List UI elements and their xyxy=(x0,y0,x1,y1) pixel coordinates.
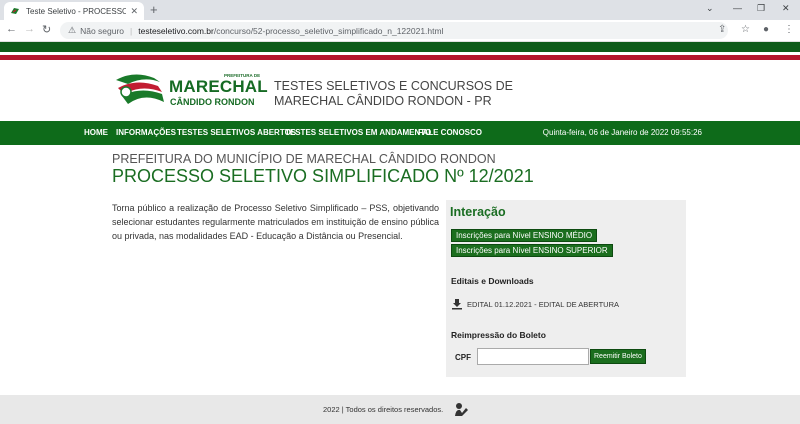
back-icon[interactable]: ← xyxy=(6,23,17,35)
reprint-title: Reimpressão do Boleto xyxy=(451,330,546,340)
close-window-icon[interactable]: ✕ xyxy=(782,3,790,14)
bookmark-star-icon[interactable]: ☆ xyxy=(741,24,750,35)
new-tab-icon[interactable]: + xyxy=(150,2,158,18)
footer-text: 2022 | Todos os direitos reservados. xyxy=(323,405,444,414)
warning-icon: ⚠ xyxy=(68,25,77,35)
site-favicon-icon xyxy=(10,6,20,16)
downloads-title: Editais e Downloads xyxy=(451,276,534,286)
tab-search-icon[interactable]: ⌄ xyxy=(706,3,714,14)
site-logo[interactable]: PREFEITURA DE MARECHAL CÂNDIDO RONDON xyxy=(114,72,268,112)
page-title: PROCESSO SELETIVO SIMPLIFICADO Nº 12/202… xyxy=(112,166,534,186)
enroll-superior-button[interactable]: Inscrições para Nível ENSINO SUPERIOR xyxy=(451,244,613,257)
restore-icon[interactable]: ❐ xyxy=(757,3,765,14)
url-separator: | xyxy=(130,25,133,36)
footer: 2022 | Todos os direitos reservados. xyxy=(0,395,800,424)
browser-toolbar: ← → ↻ ⚠ Não seguro | testeseletivo.com.b… xyxy=(0,20,800,42)
enroll-medio-button[interactable]: Inscrições para Nível ENSINO MÉDIO xyxy=(451,229,598,242)
nav-testes-andamento[interactable]: TESTES SELETIVOS EM ANDAMENTO xyxy=(285,128,431,137)
nav-informacoes[interactable]: INFORMAÇÕES xyxy=(116,128,176,137)
address-bar[interactable]: ⚠ Não seguro | testeseletivo.com.br /con… xyxy=(60,22,728,39)
top-stripe-green xyxy=(0,42,800,52)
top-stripe-red xyxy=(0,55,800,60)
download-icon xyxy=(452,299,462,310)
panel-title: Interação xyxy=(450,205,506,219)
url-host: testeseletivo.com.br xyxy=(138,25,214,36)
page-pre-title: PREFEITURA DO MUNICÍPIO DE MARECHAL CÂND… xyxy=(112,152,496,166)
minimize-icon[interactable]: — xyxy=(733,3,742,13)
interaction-panel: Interação Inscrições para Nível ENSINO M… xyxy=(446,200,686,377)
developer-logo-icon[interactable] xyxy=(453,401,469,417)
site-title-line1: TESTES SELETIVOS E CONCURSOS DE xyxy=(274,79,513,93)
security-label: Não seguro xyxy=(80,25,125,36)
page-description: Torna público a realização de Processo S… xyxy=(112,203,439,241)
site-title: TESTES SELETIVOS E CONCURSOS DE MARECHAL… xyxy=(274,79,513,109)
reprint-button[interactable]: Reemitir Boleto xyxy=(590,349,646,364)
menu-kebab-icon[interactable]: ⋮ xyxy=(784,24,794,35)
download-item[interactable]: EDITAL 01.12.2021 - EDITAL DE ABERTURA xyxy=(451,298,619,310)
main-nav: HOME INFORMAÇÕES TESTES SELETIVOS ABERTO… xyxy=(0,121,800,145)
url-path: /concurso/52-processo_seletivo_simplific… xyxy=(213,25,444,36)
logo-big-text: MARECHAL xyxy=(169,77,268,96)
tab-title: Teste Seletivo - PROCESSO SELETIV xyxy=(26,6,127,16)
nav-fale-conosco[interactable]: FALE CONOSCO xyxy=(418,128,482,137)
logo-sub-text: CÂNDIDO RONDON xyxy=(170,97,255,107)
browser-tab-bar: Teste Seletivo - PROCESSO SELETIV ✕ + ⌄ … xyxy=(0,0,800,20)
download-item-label: EDITAL 01.12.2021 - EDITAL DE ABERTURA xyxy=(467,299,620,309)
nav-testes-abertos[interactable]: TESTES SELETIVOS ABERTOS xyxy=(177,128,296,137)
profile-icon[interactable]: ● xyxy=(763,24,769,35)
share-icon[interactable]: ⇪ xyxy=(718,24,726,35)
nav-datetime: Quinta-feira, 06 de Janeiro de 2022 09:5… xyxy=(542,128,702,137)
logo-flag-icon xyxy=(116,74,164,104)
site-title-line2: MARECHAL CÂNDIDO RONDON - PR xyxy=(274,94,492,108)
reload-icon[interactable]: ↻ xyxy=(42,23,51,36)
forward-icon[interactable]: → xyxy=(24,23,35,35)
cpf-input[interactable] xyxy=(477,348,589,365)
cpf-label: CPF xyxy=(455,353,471,362)
tab-close-icon[interactable]: ✕ xyxy=(130,6,138,17)
nav-home[interactable]: HOME xyxy=(84,128,108,137)
browser-tab[interactable]: Teste Seletivo - PROCESSO SELETIV ✕ xyxy=(4,2,144,20)
